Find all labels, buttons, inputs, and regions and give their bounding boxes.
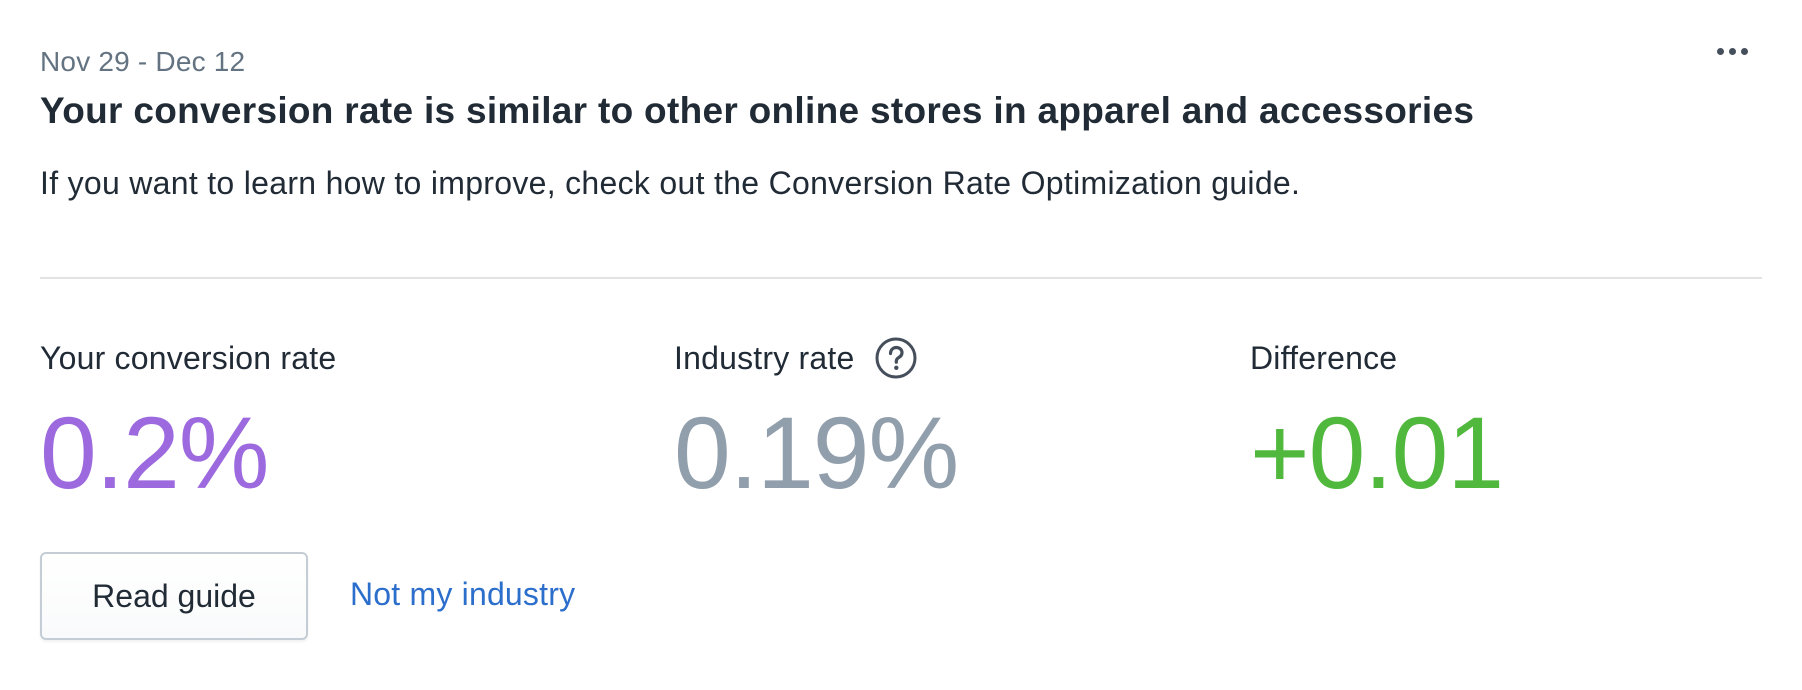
conversion-rate-card: Nov 29 - Dec 12 Your conversion rate is …: [0, 0, 1802, 690]
metric-your-conversion-rate: Your conversion rate 0.2%: [40, 334, 336, 510]
more-actions-button[interactable]: [1708, 38, 1756, 64]
metric-difference: Difference +0.01: [1250, 334, 1504, 510]
metric-value: 0.19%: [674, 396, 959, 510]
metric-label-text: Difference: [1250, 339, 1398, 376]
not-my-industry-link[interactable]: Not my industry: [350, 576, 575, 613]
ellipsis-horizontal-icon: [1716, 47, 1724, 55]
metric-label: Industry rate: [674, 334, 958, 382]
read-guide-button[interactable]: Read guide: [40, 552, 308, 640]
metric-value: +0.01: [1250, 396, 1504, 510]
metric-value: 0.2%: [40, 396, 270, 510]
metric-industry-rate: Industry rate 0.19%: [674, 334, 959, 510]
card-headline: Your conversion rate is similar to other…: [40, 90, 1475, 131]
metric-label: Your conversion rate: [40, 334, 336, 382]
metric-label-text: Your conversion rate: [40, 339, 337, 376]
divider: [40, 277, 1762, 279]
ellipsis-dot: [1740, 47, 1748, 55]
date-range: Nov 29 - Dec 12: [40, 46, 246, 77]
metric-label-text: Industry rate: [674, 339, 855, 376]
card-subtext: If you want to learn how to improve, che…: [40, 165, 1301, 201]
metric-label: Difference: [1250, 334, 1503, 382]
question-circle-icon[interactable]: [874, 336, 918, 380]
ellipsis-dot: [1728, 47, 1736, 55]
